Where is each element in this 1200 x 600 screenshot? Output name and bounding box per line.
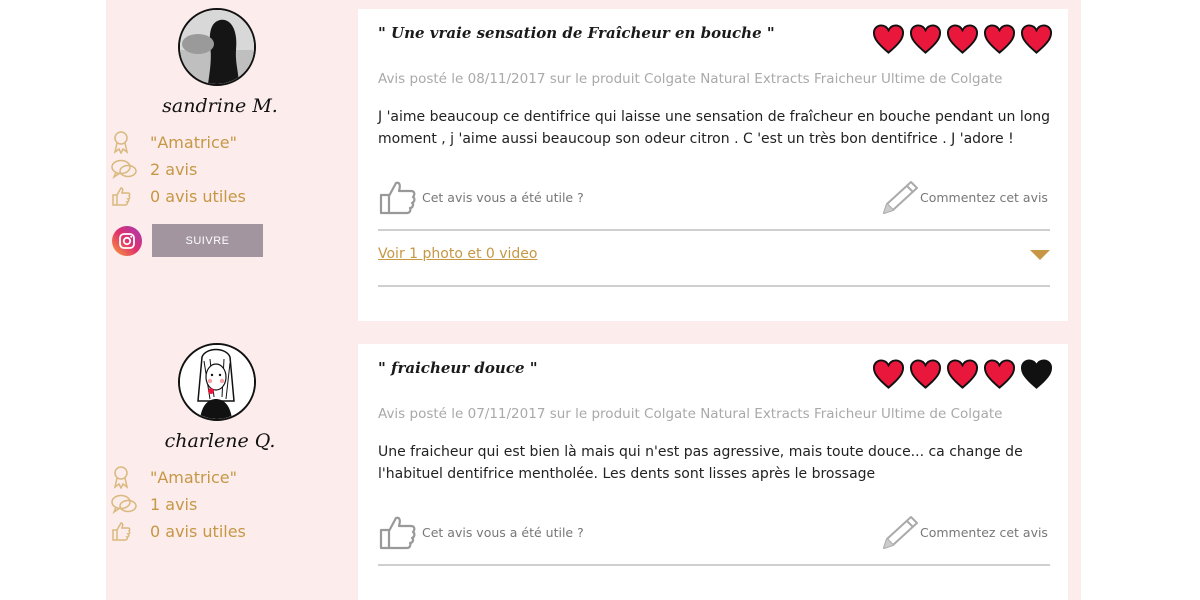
useful-button[interactable]: Cet avis vous a été utile ? [378, 179, 584, 215]
speech-bubbles-icon [110, 157, 138, 181]
review-count[interactable]: 2 avis [150, 160, 197, 179]
review-meta: Avis posté le 07/11/2017 sur le produit … [378, 406, 1003, 422]
badge-label: "Amatrice" [150, 467, 237, 487]
review-item: charlene Q. "Amatrice" 1 avis 0 avis uti… [0, 335, 1200, 600]
thumbs-up-icon [110, 519, 138, 543]
divider [378, 229, 1050, 231]
badge-stat: "Amatrice" [110, 465, 237, 489]
review-title: " Une vraie sensation de Fraîcheur en bo… [378, 24, 775, 42]
useful-label: Cet avis vous a été utile ? [422, 189, 584, 205]
useful-label: Cet avis vous a été utile ? [422, 524, 584, 540]
heart-icon [909, 359, 942, 389]
comment-label: Commentez cet avis [920, 524, 1048, 540]
heart-icon [946, 359, 979, 389]
review-card: " fraicheur douce " Avis posté le 07/11/… [358, 344, 1068, 600]
author-name[interactable]: sandrine M. [150, 95, 290, 117]
comment-label: Commentez cet avis [920, 189, 1048, 205]
heart-icon [1020, 24, 1053, 54]
heart-icon [872, 359, 905, 389]
divider [378, 285, 1050, 287]
review-card: " Une vraie sensation de Fraîcheur en bo… [358, 9, 1068, 321]
review-text: J 'aime beaucoup ce dentifrice qui laiss… [378, 109, 1051, 147]
heart-empty-icon [1020, 359, 1053, 389]
heart-icon [983, 24, 1016, 54]
media-link[interactable]: Voir 1 photo et 0 video [378, 246, 538, 262]
useful-count: 0 avis utiles [150, 521, 246, 541]
ribbon-icon [110, 465, 138, 489]
review-count[interactable]: 1 avis [150, 495, 197, 514]
review-meta: Avis posté le 08/11/2017 sur le produit … [378, 71, 1003, 87]
review-count-stat: 1 avis [110, 492, 197, 516]
heart-icon [983, 359, 1016, 389]
comment-button[interactable]: Commentez cet avis [880, 514, 1048, 550]
thumbs-up-icon [379, 516, 416, 550]
author-name[interactable]: charlene Q. [150, 430, 290, 452]
thumbs-up-icon [110, 184, 138, 208]
useful-count-stat: 0 avis utiles [110, 184, 246, 208]
rating-hearts [872, 23, 1053, 55]
useful-count: 0 avis utiles [150, 186, 246, 206]
useful-count-stat: 0 avis utiles [110, 519, 246, 543]
heart-icon [909, 24, 942, 54]
avatar[interactable] [178, 8, 256, 86]
follow-button[interactable]: SUIVRE [152, 224, 263, 257]
pencil-icon [883, 181, 918, 214]
chevron-down-icon[interactable] [1030, 250, 1050, 260]
ribbon-icon [110, 130, 138, 154]
divider [378, 564, 1050, 566]
instagram-icon[interactable] [112, 226, 142, 256]
pencil-icon [883, 516, 918, 549]
badge-label: "Amatrice" [150, 132, 237, 152]
review-item: sandrine M. "Amatrice" 2 avis 0 avis uti… [0, 0, 1200, 330]
thumbs-up-icon [379, 181, 416, 215]
useful-button[interactable]: Cet avis vous a été utile ? [378, 514, 584, 550]
avatar[interactable] [178, 343, 256, 421]
speech-bubbles-icon [110, 492, 138, 516]
heart-icon [872, 24, 905, 54]
badge-stat: "Amatrice" [110, 130, 237, 154]
comment-button[interactable]: Commentez cet avis [880, 179, 1048, 215]
review-text: Une fraicheur qui est bien là mais qui n… [378, 444, 1023, 482]
review-title: " fraicheur douce " [378, 359, 538, 377]
review-count-stat: 2 avis [110, 157, 197, 181]
rating-hearts [872, 358, 1053, 390]
heart-icon [946, 24, 979, 54]
